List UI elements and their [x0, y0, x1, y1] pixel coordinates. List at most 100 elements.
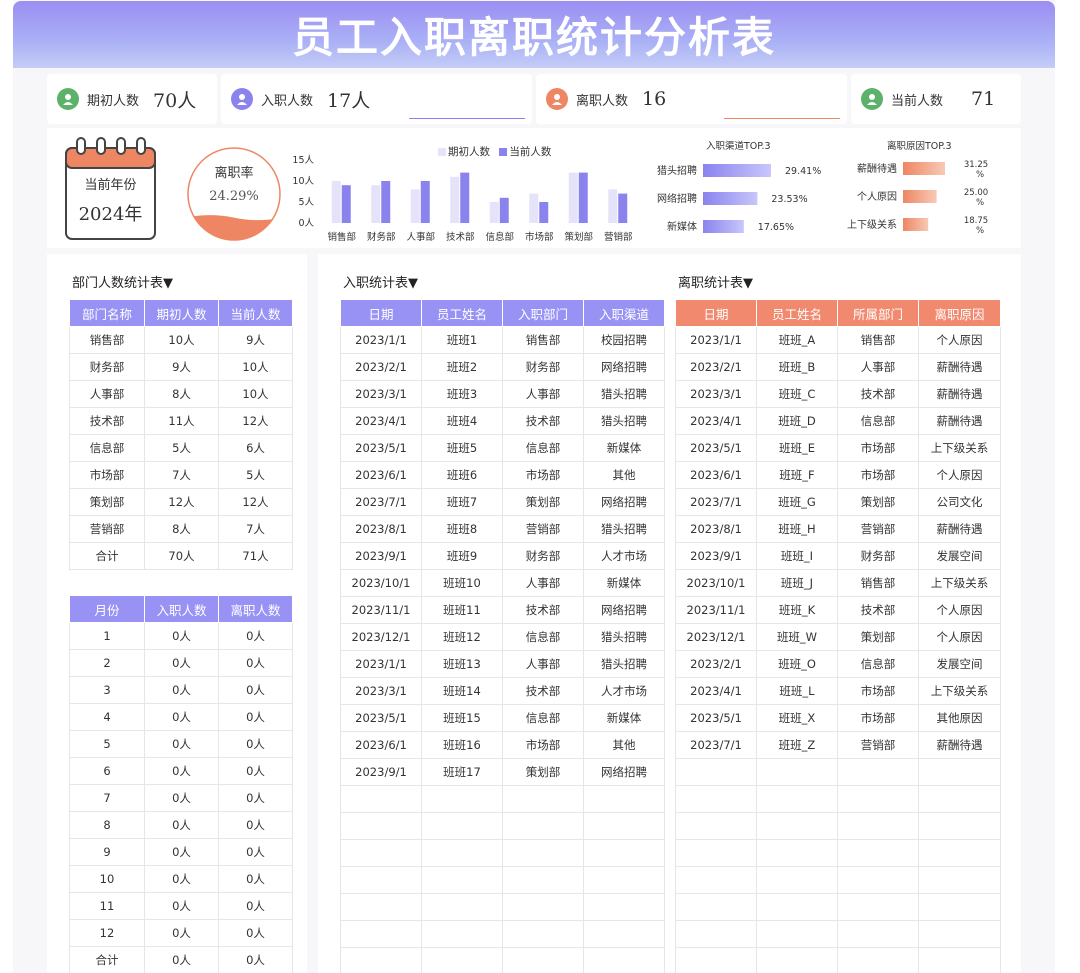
table-cell[interactable]: [340, 812, 422, 840]
table-cell[interactable]: 财务部: [69, 353, 145, 381]
table-cell[interactable]: 营销部: [837, 731, 919, 759]
table-cell[interactable]: 班班3: [421, 380, 503, 408]
table-cell[interactable]: 0人: [218, 703, 293, 731]
table-cell[interactable]: 0人: [218, 919, 293, 947]
table-cell[interactable]: 班班1: [421, 326, 503, 354]
table-cell[interactable]: 公司文化: [918, 488, 1001, 516]
table-cell[interactable]: [675, 812, 757, 840]
table-cell[interactable]: 班班12: [421, 623, 503, 651]
table-cell[interactable]: 班班_K: [756, 596, 838, 624]
table-cell[interactable]: 2023/3/1: [340, 380, 422, 408]
table-cell[interactable]: 2023/5/1: [675, 704, 757, 732]
table-cell[interactable]: 3: [69, 676, 145, 704]
table-cell[interactable]: 10: [69, 865, 145, 893]
table-cell[interactable]: [756, 920, 838, 948]
table-cell[interactable]: 0人: [144, 946, 219, 973]
table-cell[interactable]: 信息部: [502, 623, 584, 651]
table-cell[interactable]: 0人: [144, 730, 219, 758]
table-cell[interactable]: 营销部: [69, 515, 145, 543]
table-cell[interactable]: 0人: [218, 784, 293, 812]
table-cell[interactable]: 人事部: [502, 569, 584, 597]
table-cell[interactable]: 技术部: [837, 380, 919, 408]
table-cell[interactable]: 2023/4/1: [340, 407, 422, 435]
table-cell[interactable]: [756, 866, 838, 894]
table-cell[interactable]: [837, 758, 919, 786]
table-cell[interactable]: [421, 920, 503, 948]
table-cell[interactable]: 11: [69, 892, 145, 920]
table-cell[interactable]: 上下级关系: [918, 434, 1001, 462]
table-cell[interactable]: 个人原因: [918, 461, 1001, 489]
table-cell[interactable]: 2023/1/1: [340, 650, 422, 678]
table-cell[interactable]: 网络招聘: [583, 488, 665, 516]
table-cell[interactable]: 班班11: [421, 596, 503, 624]
table-cell[interactable]: 班班_L: [756, 677, 838, 705]
table-cell[interactable]: 0人: [144, 865, 219, 893]
table-cell[interactable]: 财务部: [502, 542, 584, 570]
table-cell[interactable]: 新媒体: [583, 569, 665, 597]
table-cell[interactable]: 个人原因: [918, 623, 1001, 651]
table-cell[interactable]: 9: [69, 838, 145, 866]
table-cell[interactable]: [421, 812, 503, 840]
table-cell[interactable]: 班班2: [421, 353, 503, 381]
table-cell[interactable]: 班班_F: [756, 461, 838, 489]
table-cell[interactable]: 市场部: [837, 434, 919, 462]
table-cell[interactable]: 市场部: [837, 704, 919, 732]
table-cell[interactable]: 2023/5/1: [675, 434, 757, 462]
table-cell[interactable]: [918, 947, 1001, 973]
table-cell[interactable]: 4: [69, 703, 145, 731]
table-cell[interactable]: 2023/12/1: [340, 623, 422, 651]
table-cell[interactable]: 市场部: [69, 461, 145, 489]
table-cell[interactable]: [502, 866, 584, 894]
table-cell[interactable]: 2023/4/1: [675, 677, 757, 705]
table-cell[interactable]: 营销部: [502, 515, 584, 543]
table-cell[interactable]: 0人: [218, 757, 293, 785]
table-cell[interactable]: 2023/11/1: [675, 596, 757, 624]
table-cell[interactable]: 销售部: [837, 326, 919, 354]
table-cell[interactable]: [756, 812, 838, 840]
table-cell[interactable]: 班班_I: [756, 542, 838, 570]
table-cell[interactable]: 2023/4/1: [675, 407, 757, 435]
table-cell[interactable]: [756, 785, 838, 813]
table-cell[interactable]: 信息部: [837, 407, 919, 435]
table-cell[interactable]: 5人: [144, 434, 219, 462]
table-cell[interactable]: [421, 947, 503, 973]
table-cell[interactable]: 9人: [144, 353, 219, 381]
table-cell[interactable]: [583, 893, 665, 921]
table-cell[interactable]: 2023/9/1: [340, 758, 422, 786]
table-cell[interactable]: 班班_C: [756, 380, 838, 408]
table-cell[interactable]: [918, 758, 1001, 786]
table-cell[interactable]: 0人: [218, 649, 293, 677]
table-cell[interactable]: 0人: [144, 649, 219, 677]
table-cell[interactable]: [502, 812, 584, 840]
table-cell[interactable]: 5: [69, 730, 145, 758]
table-cell[interactable]: 网络招聘: [583, 596, 665, 624]
table-cell[interactable]: 2023/3/1: [340, 677, 422, 705]
table-cell[interactable]: 2023/8/1: [340, 515, 422, 543]
table-cell[interactable]: 技术部: [502, 596, 584, 624]
table-cell[interactable]: 0人: [218, 730, 293, 758]
table-cell[interactable]: 其他: [583, 731, 665, 759]
table-cell[interactable]: [421, 839, 503, 867]
table-cell[interactable]: 市场部: [502, 461, 584, 489]
table-cell[interactable]: 1: [69, 622, 145, 650]
table-cell[interactable]: 班班_W: [756, 623, 838, 651]
table-cell[interactable]: 市场部: [837, 677, 919, 705]
table-cell[interactable]: [502, 785, 584, 813]
table-cell[interactable]: 0人: [144, 622, 219, 650]
table-cell[interactable]: 发展空间: [918, 650, 1001, 678]
table-cell[interactable]: 0人: [218, 865, 293, 893]
table-cell[interactable]: 0人: [218, 838, 293, 866]
table-cell[interactable]: [918, 812, 1001, 840]
table-cell[interactable]: 人事部: [502, 380, 584, 408]
table-cell[interactable]: 0人: [144, 892, 219, 920]
table-cell[interactable]: 班班_H: [756, 515, 838, 543]
table-cell[interactable]: [583, 839, 665, 867]
table-cell[interactable]: 2023/2/1: [675, 353, 757, 381]
table-cell[interactable]: 班班15: [421, 704, 503, 732]
table-cell[interactable]: 2023/2/1: [340, 353, 422, 381]
table-cell[interactable]: 班班_O: [756, 650, 838, 678]
table-cell[interactable]: 70人: [144, 542, 219, 570]
table-cell[interactable]: 技术部: [69, 407, 145, 435]
table-cell[interactable]: 2023/11/1: [340, 596, 422, 624]
table-cell[interactable]: [340, 920, 422, 948]
